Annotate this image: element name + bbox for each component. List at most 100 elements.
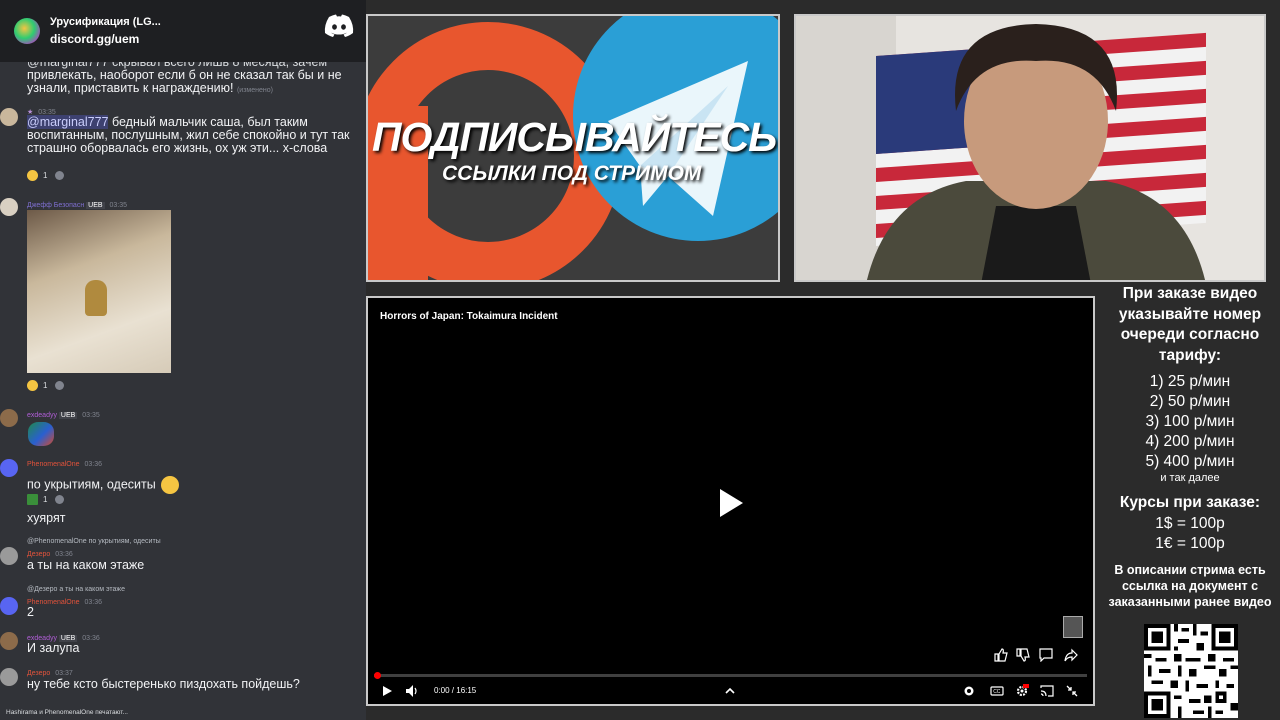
author-name[interactable]: PhenomenalOne — [27, 461, 80, 468]
exit-fullscreen-icon[interactable] — [1065, 684, 1079, 698]
avatar[interactable] — [0, 409, 18, 427]
server-invite-link[interactable]: discord.gg/uem — [50, 32, 161, 46]
play-icon[interactable] — [718, 488, 744, 518]
tariff-item: 3) 100 р/мин — [1145, 413, 1235, 430]
avatar[interactable] — [0, 108, 18, 126]
discord-logo-icon — [324, 14, 354, 37]
order-info-panel: При заказе видео указывайте номер очеред… — [1100, 284, 1280, 720]
message-time: 03:36 — [82, 635, 100, 642]
message-text: И залупа — [27, 641, 80, 655]
progress-scrubber[interactable] — [374, 672, 382, 679]
add-reaction-icon[interactable] — [55, 380, 65, 390]
author-name[interactable]: Дезеро — [27, 551, 50, 558]
avatar[interactable] — [0, 459, 18, 477]
laughing-emoji-icon — [27, 169, 38, 181]
avatar[interactable] — [0, 632, 18, 650]
progress-bar[interactable] — [374, 672, 1087, 679]
play-button-icon[interactable] — [380, 684, 394, 698]
autoplay-toggle-icon[interactable] — [962, 684, 976, 698]
smile-emoji-icon — [161, 476, 180, 494]
tariff-item: 5) 400 р/мин — [1145, 453, 1235, 470]
chat-message: Джефф Безопасн UEB 03:35 1 — [0, 196, 366, 396]
chat-message: Дезеро 03:37 ну тебе ксто быстеренько пи… — [0, 664, 366, 706]
qr-code — [1144, 624, 1238, 718]
avatar[interactable] — [0, 668, 18, 686]
message-time: 03:37 — [55, 670, 73, 677]
cast-icon[interactable] — [1040, 684, 1054, 698]
message-text: а ты на каком этаже — [27, 558, 145, 572]
server-name: Урусификация (LG... — [50, 16, 161, 28]
message-time: 03:35 — [82, 412, 100, 419]
user-mention[interactable]: @marginal777 — [27, 115, 109, 129]
svg-text:CC: CC — [993, 689, 1001, 695]
reply-preview[interactable]: @PhenomenalOne по укрытиям, одеситы — [27, 535, 161, 548]
comment-icon[interactable] — [1039, 648, 1053, 662]
reaction-laugh[interactable]: 1 — [27, 378, 65, 392]
promo-title: ПОДПИСЫВАЙТЕСЬ — [372, 114, 777, 160]
reaction-count: 1 — [43, 380, 48, 390]
bell-image — [85, 280, 107, 316]
tariff-item: 4) 200 р/мин — [1145, 433, 1235, 450]
chat-message: exdeadyy UEB 03:35 — [0, 406, 366, 450]
tariff-item: 1) 25 р/мин — [1149, 373, 1231, 390]
avatar[interactable] — [0, 597, 18, 615]
author-name[interactable]: exdeadyy — [27, 412, 57, 419]
video-player[interactable]: Horrors of Japan: Tokaimura Incident 0:0… — [366, 296, 1095, 706]
volume-icon[interactable] — [405, 684, 419, 698]
message-text: 2 — [27, 605, 34, 619]
message-time: 03:36 — [84, 599, 103, 606]
chat-message: ★ 03:35 @marginal777 бедный мальчик саша… — [0, 106, 366, 184]
webcam-image — [796, 16, 1264, 280]
author-name[interactable]: PhenomenalOne — [27, 599, 80, 606]
reaction-count: 1 — [43, 170, 48, 180]
sticker-image[interactable] — [28, 422, 54, 446]
reaction-count: 1 — [43, 494, 48, 504]
typing-indicator: Hashirama и PhenomenalOne печатают... — [6, 709, 128, 716]
subscribe-banner: ПОДПИСЫВАЙТЕСЬ ССЫЛКИ ПОД СТРИМОМ — [366, 14, 780, 282]
video-title[interactable]: Horrors of Japan: Tokaimura Incident — [380, 311, 558, 322]
chat-message: @PhenomenalOne по укрытиям, одеситы Дезе… — [0, 533, 366, 573]
like-icon[interactable] — [994, 648, 1008, 662]
rate-usd: 1$ = 100р — [1155, 514, 1225, 532]
attached-image[interactable] — [27, 210, 171, 373]
message-time: 03:36 — [84, 461, 103, 468]
message-text: привлекать, наоборот если б он не сказал… — [27, 68, 342, 95]
chat-message: PhenomenalOne 03:36 по укрытиям, одеситы… — [0, 456, 366, 528]
tariff-item: 2) 50 р/мин — [1149, 393, 1231, 410]
share-icon[interactable] — [1064, 648, 1078, 662]
chat-message: @marginal777 скрывал всего лишь 8 месяца… — [0, 56, 366, 96]
promo-subtitle: ССЫЛКИ ПОД СТРИМОМ — [442, 162, 702, 185]
avatar[interactable] — [0, 198, 18, 216]
avatar[interactable] — [0, 547, 18, 565]
reply-preview[interactable]: @Дезеро а ты на каком этаже — [27, 583, 125, 596]
discord-chat-panel: @marginal777 скрывал всего лишь 8 месяца… — [0, 0, 366, 720]
add-reaction-icon[interactable] — [55, 494, 65, 504]
author-name[interactable]: Джефф Безопасн — [27, 202, 84, 209]
time-display: 0:00 / 16:15 — [434, 686, 477, 695]
order-heading: При заказе видео указывайте номер очеред… — [1118, 285, 1262, 364]
reaction-laugh[interactable]: 1 — [27, 168, 65, 182]
chat-message: @Дезеро а ты на каком этаже PhenomenalOn… — [0, 581, 366, 621]
server-icon[interactable] — [14, 18, 40, 44]
tariff-etc: и так далее — [1160, 472, 1220, 484]
channel-watermark[interactable] — [1063, 616, 1083, 638]
chat-message: exdeadyy UEB 03:36 И залупа — [0, 629, 366, 659]
role-badge: UEB — [58, 412, 78, 419]
rates-heading: Курсы при заказе: — [1119, 494, 1261, 511]
reaction-flag[interactable]: 1 — [27, 492, 65, 506]
edited-label: (изменено) — [236, 87, 273, 94]
webcam-feed — [794, 14, 1266, 282]
add-reaction-icon[interactable] — [55, 170, 65, 180]
document-note: В описании стрима есть ссылка на докумен… — [1108, 562, 1272, 609]
message-text: ну тебе ксто быстеренько пиздохать пойде… — [27, 677, 300, 691]
server-header[interactable]: Урусификация (LG... discord.gg/uem — [0, 0, 366, 62]
settings-gear-icon[interactable] — [1015, 684, 1029, 698]
message-time: 03:36 — [55, 551, 73, 558]
author-name[interactable]: Дезеро — [27, 670, 50, 677]
subtitles-icon[interactable]: CC — [990, 684, 1004, 698]
dislike-icon[interactable] — [1016, 648, 1030, 662]
message-time: 03:35 — [109, 202, 128, 209]
flag-emoji-icon — [27, 493, 38, 505]
message-text: хуярят — [27, 511, 66, 525]
chevron-up-icon[interactable] — [723, 684, 737, 698]
